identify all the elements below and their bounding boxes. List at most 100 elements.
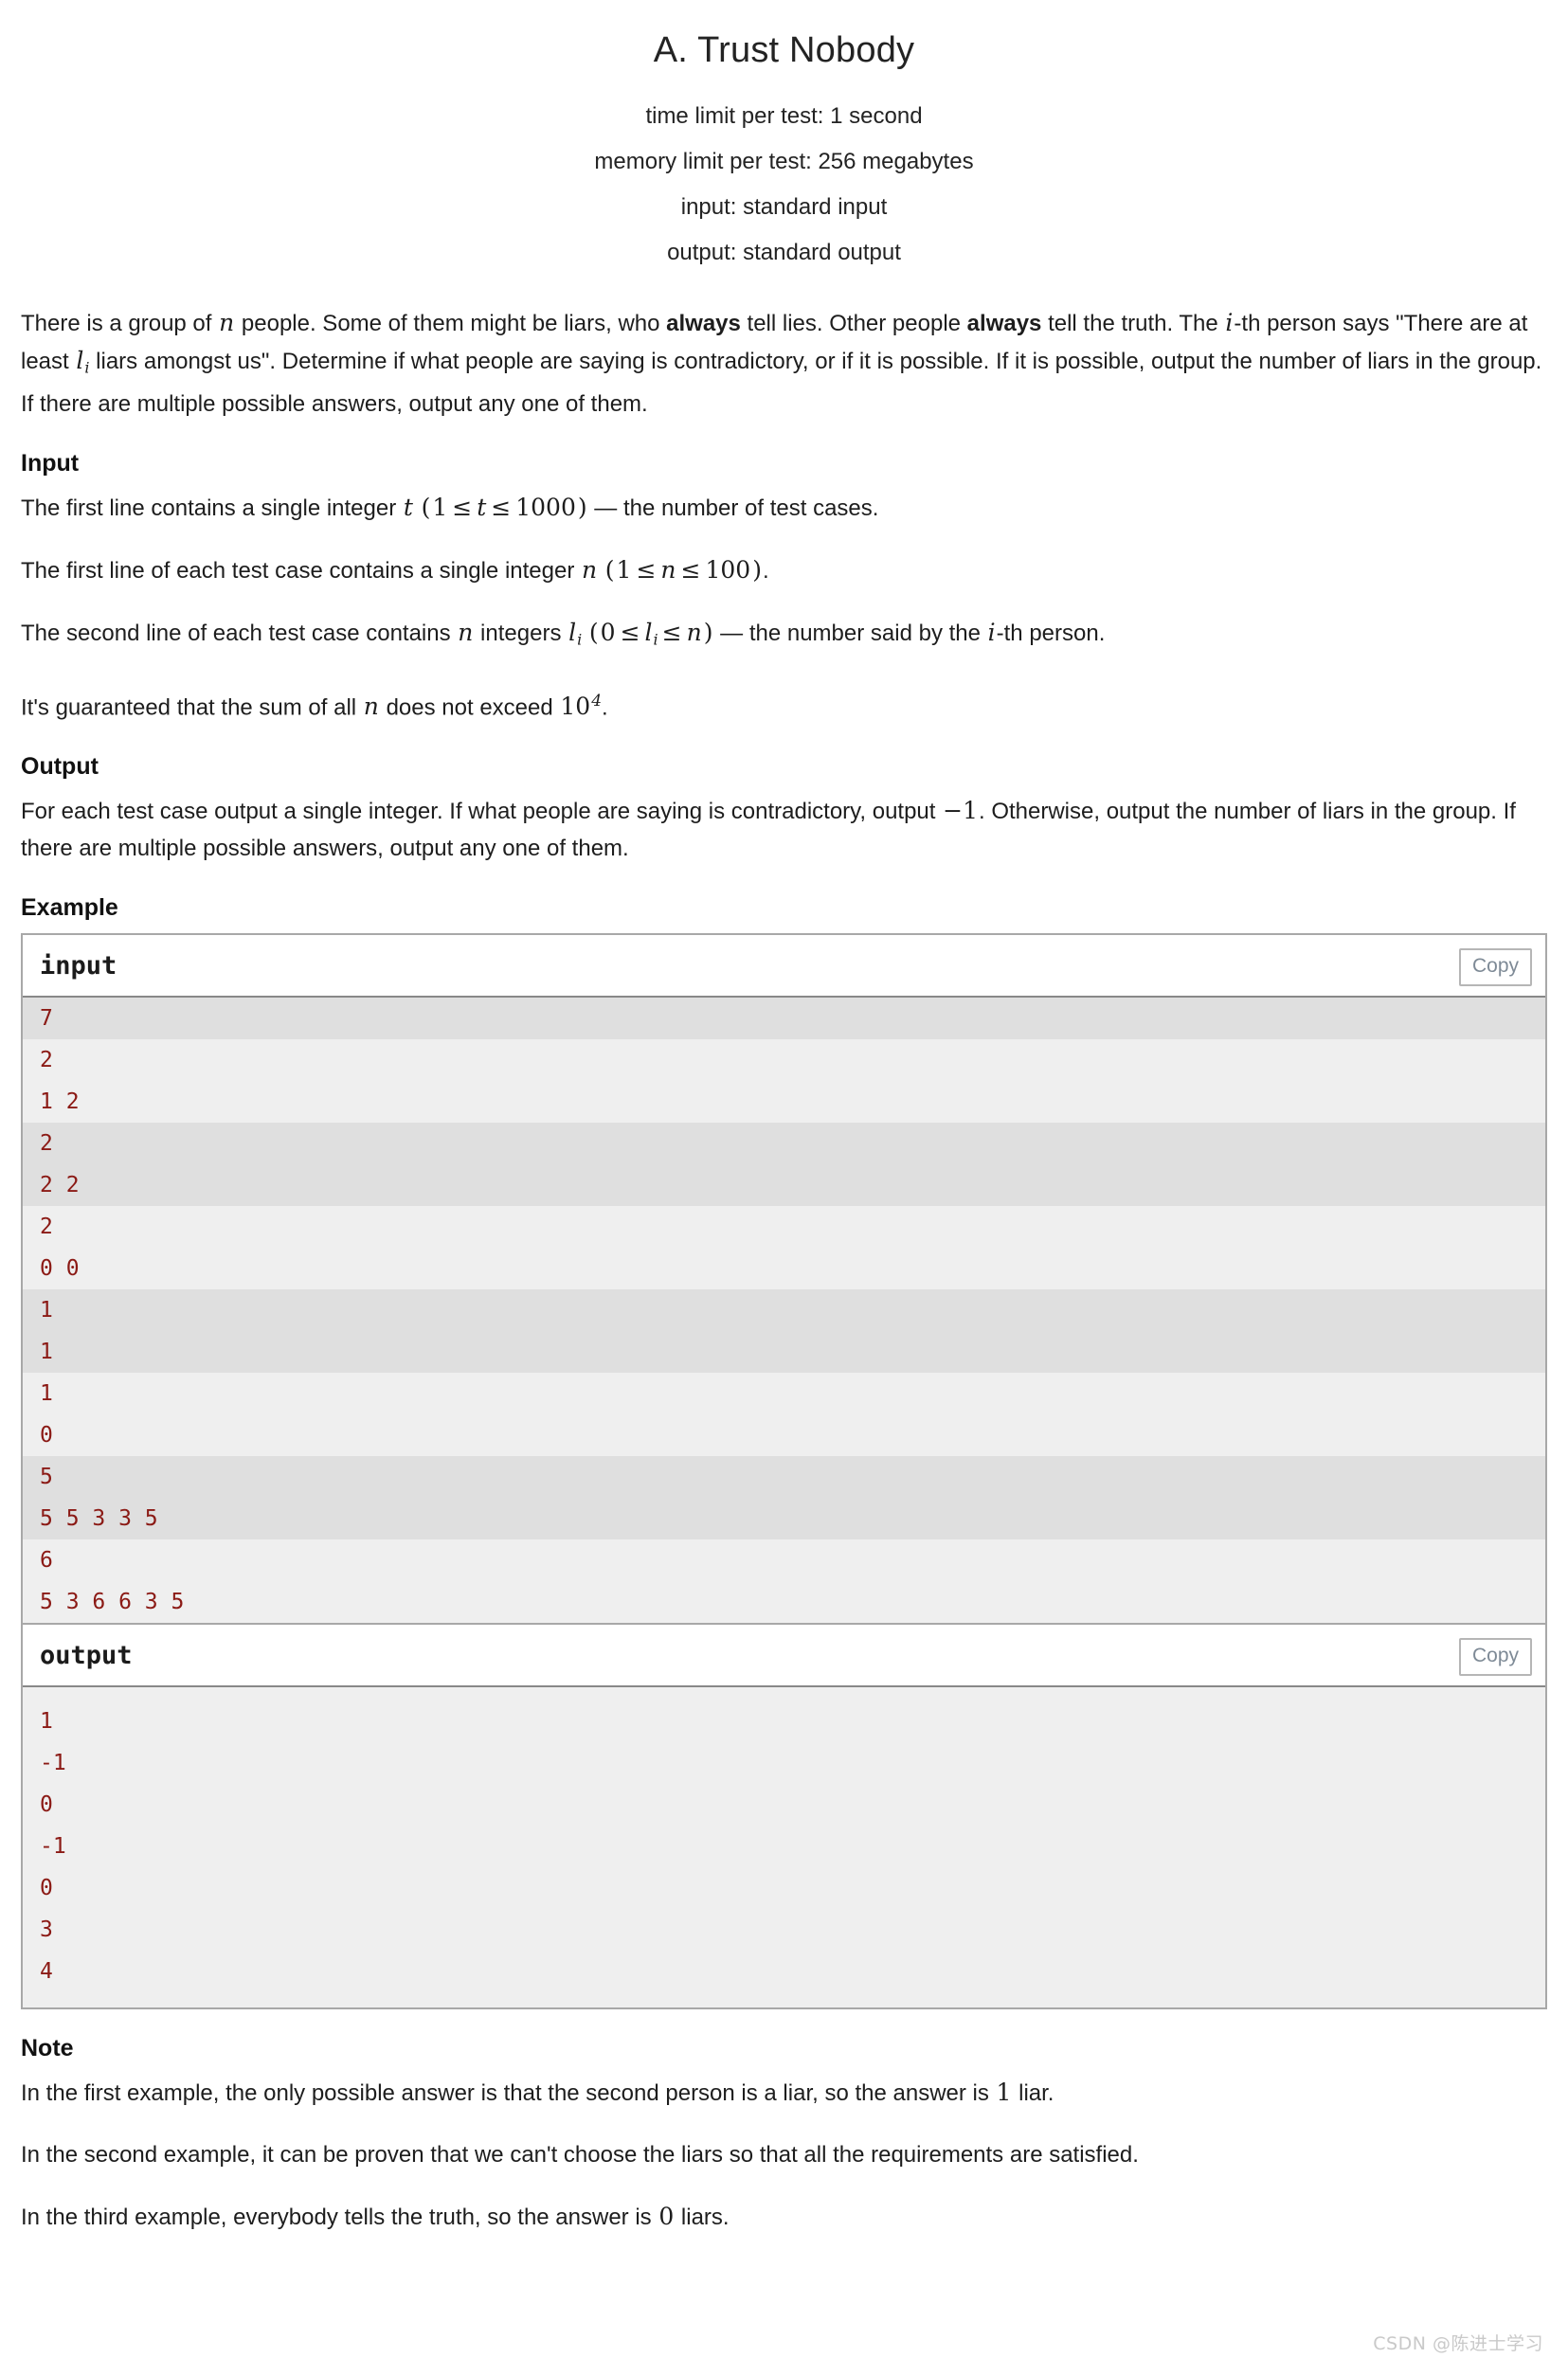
output-heading: Output: [21, 753, 99, 781]
stmt-t2: people. Some of them might be liars, who: [235, 311, 667, 336]
math-1000: 1000: [515, 494, 576, 522]
memory-limit: memory limit per test: 256 megabytes: [594, 149, 974, 174]
sample-input-line: 1: [23, 1331, 1545, 1374]
input-paragraph-3: The second line of each test case contai…: [21, 614, 1547, 657]
math-l-sub-3: i: [653, 630, 658, 649]
page-title: A. Trust Nobody: [653, 30, 915, 70]
output-mode: output: standard output: [667, 240, 901, 265]
sample-input-line: 2: [23, 1123, 1545, 1165]
math-leq-6: ≤: [661, 619, 682, 647]
input-paragraph-4: It's guaranteed that the sum of all n do…: [21, 683, 1547, 726]
sample-output-line: 3: [40, 1917, 53, 1943]
math-10: 10: [560, 693, 591, 721]
note-heading: Note: [21, 2035, 74, 2062]
op-text-a: For each test case output a single integ…: [21, 799, 943, 825]
sample-input-line: 5 3 6 6 3 5: [40, 1590, 185, 1615]
note-paragraph-1: In the first example, the only possible …: [21, 2074, 1547, 2112]
ip1-tail: — the number of test cases.: [587, 495, 879, 522]
csdn-watermark: CSDN @陈进士学习: [1373, 2333, 1543, 2354]
math-paren-open-3: (: [588, 619, 599, 647]
note1-text-b: liar.: [1012, 2080, 1054, 2107]
sample-input-line: 5 5 3 3 5: [23, 1498, 1545, 1540]
sample-input-data[interactable]: 721 222 220 0111055 5 3 3 565 3 6 6 3 5: [23, 998, 1545, 1624]
sample-input-line: 2: [40, 1215, 53, 1240]
stmt-t1: There is a group of: [21, 311, 219, 336]
math-n-3: n: [660, 556, 676, 585]
sample-input-line: 0: [40, 1423, 53, 1449]
sample-output-line: 0: [40, 1792, 53, 1818]
sample-output-line: 0: [40, 1876, 53, 1901]
sample-output-line: -1: [40, 1834, 66, 1860]
math-i-2: i: [987, 619, 996, 647]
sample-input-line: 6: [40, 1548, 53, 1574]
ip3-end: -th person.: [996, 621, 1106, 647]
math-l: l: [76, 347, 84, 374]
math-n: n: [219, 309, 235, 336]
math-n-2: n: [582, 556, 598, 585]
sample-input-line: 7: [23, 998, 1545, 1040]
time-limit: time limit per test: 1 second: [645, 103, 923, 129]
sample-input-label: input: [40, 951, 117, 981]
math-paren-open-2: (: [604, 556, 615, 585]
ip2-text: The first line of each test case contain…: [21, 558, 581, 585]
ip1-text: The first line contains a single integer: [21, 495, 403, 522]
sample-output-data[interactable]: 1 -1 0 -1 0 3 4: [23, 1687, 1545, 2008]
sample-output-label: output: [40, 1641, 133, 1671]
sample-input-line: 1 2: [40, 1089, 80, 1115]
math-leq-3: ≤: [636, 556, 657, 585]
stmt-always-2: always: [966, 311, 1042, 336]
sample-output-line: 1: [40, 1709, 53, 1735]
math-paren-open: (: [421, 494, 431, 522]
sample-input-line: 5: [23, 1456, 1545, 1499]
note1-text-a: In the first example, the only possible …: [21, 2080, 996, 2107]
sample-input-header: input Copy: [23, 935, 1545, 999]
note3-text-a: In the third example, everybody tells th…: [21, 2205, 658, 2231]
stmt-t3: tell lies. Other people: [740, 311, 967, 336]
example-heading: Example: [21, 894, 118, 922]
ip2-tail: .: [762, 558, 769, 585]
math-l-2: l: [568, 619, 577, 647]
sample-input-line: 0 0: [40, 1256, 80, 1282]
sample-output-line: -1: [40, 1751, 66, 1776]
sample-input-line: 2: [40, 1048, 53, 1073]
problem-limits: time limit per test: 1 second memory lim…: [21, 94, 1547, 276]
math-n-5: n: [686, 619, 702, 647]
math-leq-4: ≤: [680, 556, 701, 585]
copy-output-button[interactable]: Copy: [1458, 1638, 1532, 1677]
output-paragraph: For each test case output a single integ…: [21, 792, 1547, 867]
stmt-t4: tell the truth. The: [1041, 311, 1225, 336]
math-leq-1: ≤: [452, 494, 473, 522]
math-n-4: n: [458, 619, 474, 647]
math-t: t: [403, 494, 413, 522]
problem-statement: There is a group of n people. Some of th…: [21, 304, 1547, 423]
sample-tests: input Copy 721 222 220 0111055 5 3 3 565…: [21, 933, 1547, 2010]
note-paragraph-2: In the second example, it can be proven …: [21, 2142, 1139, 2169]
math-l-3: l: [644, 619, 653, 647]
ip4-text: It's guaranteed that the sum of all: [21, 694, 363, 721]
statement-paragraph: There is a group of n people. Some of th…: [21, 304, 1547, 423]
note-paragraph-3: In the third example, everybody tells th…: [21, 2198, 1547, 2236]
math-1-b: 1: [616, 556, 632, 585]
math-leq-5: ≤: [620, 619, 640, 647]
ip3-text-b: integers: [474, 621, 568, 647]
input-heading: Input: [21, 450, 80, 477]
ip4-end: .: [602, 694, 608, 721]
math-paren-close-3: ): [703, 619, 713, 647]
math-leq-2: ≤: [491, 494, 512, 522]
math-l-sub-2: i: [577, 630, 583, 649]
sample-output-header: output Copy: [23, 1623, 1545, 1688]
problem-page: A. Trust Nobody time limit per test: 1 s…: [0, 0, 1568, 2376]
math-t-2: t: [477, 494, 487, 522]
math-note-1: 1: [996, 2079, 1012, 2107]
math-minus-one: −1: [943, 797, 978, 825]
math-0: 0: [600, 619, 616, 647]
note3-text-b: liars.: [675, 2205, 730, 2231]
sample-output-line: 4: [40, 1959, 53, 1985]
math-1: 1: [432, 494, 448, 522]
math-exponent-4: 4: [591, 691, 603, 711]
input-paragraph-1: The first line contains a single integer…: [21, 489, 1547, 527]
copy-input-button[interactable]: Copy: [1458, 948, 1532, 987]
stmt-t6: liars amongst us". Determine if what peo…: [21, 349, 1542, 418]
sample-input-line: 2 2: [23, 1164, 1545, 1207]
sample-input-line: 1: [23, 1289, 1545, 1332]
